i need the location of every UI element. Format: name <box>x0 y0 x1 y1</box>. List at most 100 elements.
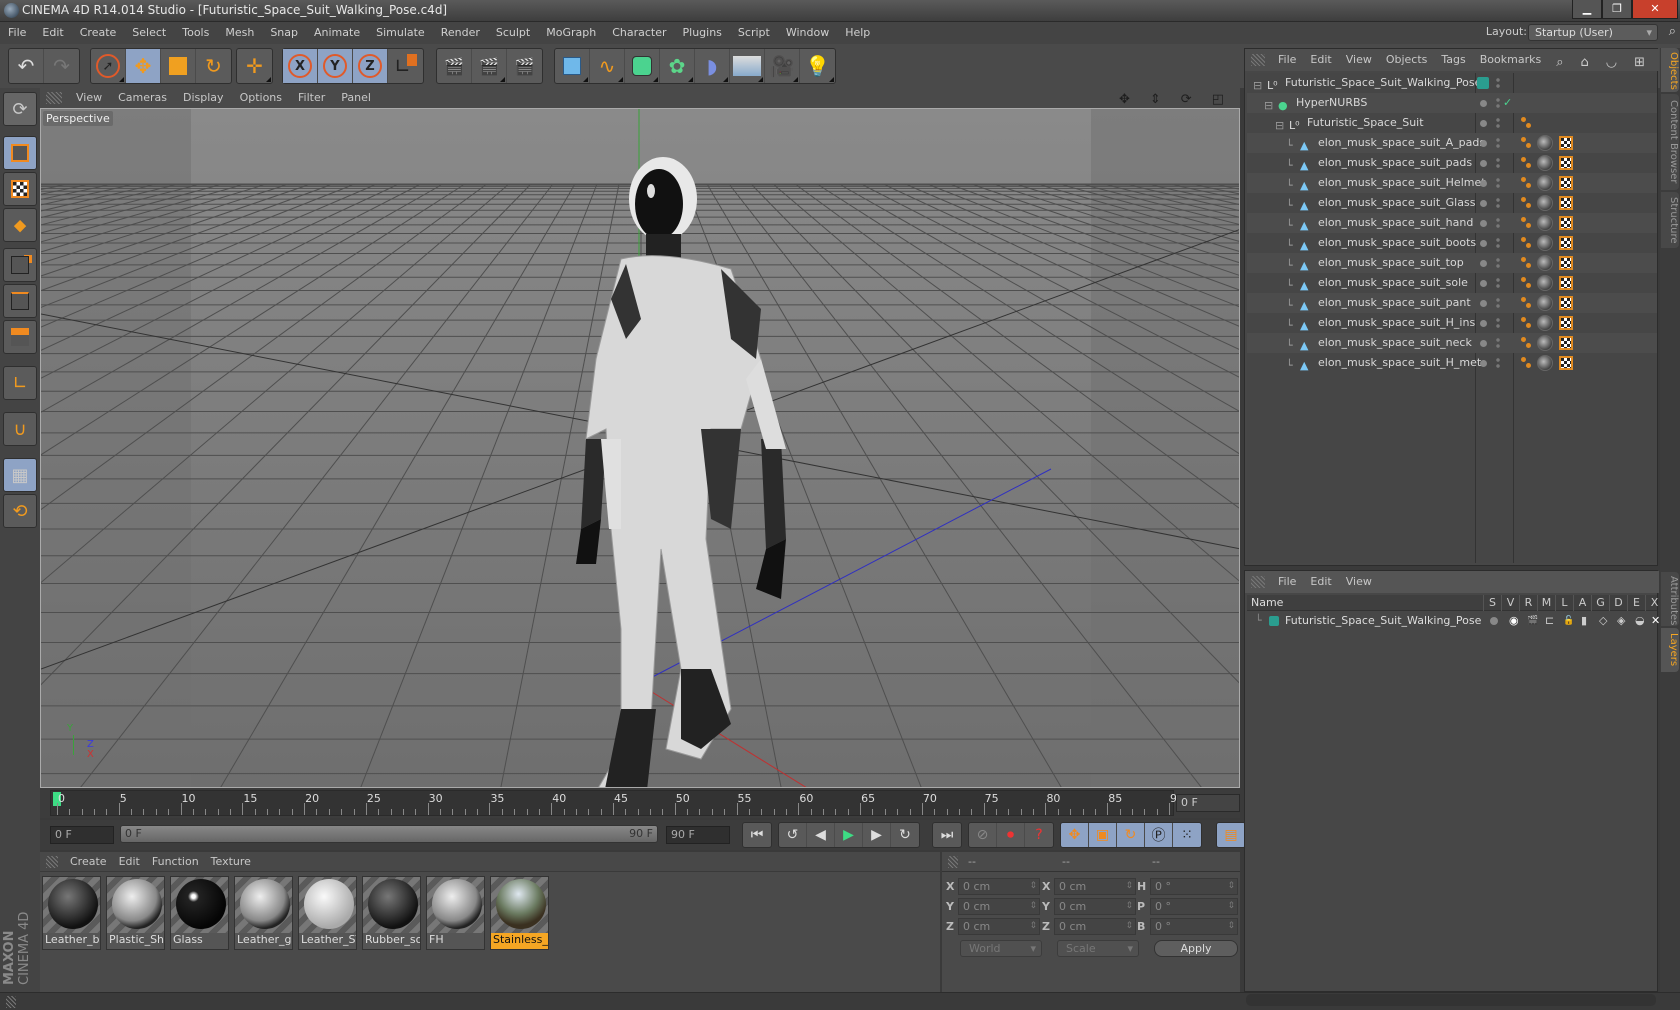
grip-handle[interactable] <box>46 92 62 104</box>
visibility-dot[interactable] <box>1480 360 1487 367</box>
xref-icon[interactable]: ✕ <box>1651 612 1660 630</box>
expressions-icon[interactable]: ◒ <box>1635 612 1645 630</box>
layer-menu-view[interactable]: View <box>1339 571 1379 593</box>
search-icon[interactable]: ⌕ <box>1669 24 1676 39</box>
object-row[interactable]: └ ▲ elon_musk_space_suit_hand <box>1247 213 1657 233</box>
deformers-icon[interactable]: ◈ <box>1617 612 1625 630</box>
go-to-end-icon[interactable]: ⏭ <box>933 823 961 847</box>
editor-render-toggle[interactable] <box>1496 337 1500 349</box>
object-row[interactable]: └ ▲ elon_musk_space_suit_A_pads <box>1247 133 1657 153</box>
workplane-snap-icon[interactable]: ⟲ <box>3 494 37 528</box>
object-row[interactable]: └ ▲ elon_musk_space_suit_top <box>1247 253 1657 273</box>
editor-render-toggle[interactable] <box>1496 117 1500 129</box>
new-window-icon[interactable]: ⊞ <box>1627 52 1655 74</box>
tab-attributes[interactable]: Attributes <box>1661 572 1679 626</box>
coord-value-field[interactable]: 0 ° <box>1150 898 1238 915</box>
phong-tag-icon[interactable] <box>1521 116 1533 130</box>
viewport-menu-view[interactable]: View <box>68 88 110 108</box>
viewport-camera-label[interactable]: Perspective <box>43 111 113 126</box>
viewport-menu-filter[interactable]: Filter <box>290 88 333 108</box>
deformer-icon[interactable]: ◗ <box>695 49 730 83</box>
phong-tag-icon[interactable] <box>1521 136 1533 150</box>
layout-dropdown[interactable]: Startup (User) <box>1528 24 1658 41</box>
object-row[interactable]: └ ▲ elon_musk_space_suit_H_met <box>1247 353 1657 373</box>
previous-key-icon[interactable]: ↺ <box>779 823 807 847</box>
y-axis-icon[interactable]: Y <box>318 49 353 83</box>
locked-workplane-icon[interactable]: ▦ <box>3 458 37 492</box>
coord-value-field[interactable]: 0 cm <box>1054 878 1136 895</box>
menu-help[interactable]: Help <box>837 22 878 44</box>
visibility-dot[interactable] <box>1480 220 1487 227</box>
model-mode-icon[interactable] <box>3 136 37 170</box>
material-swatch[interactable]: Stainless_S <box>490 876 549 950</box>
layer-column-l[interactable]: L <box>1555 595 1573 611</box>
phong-tag-icon[interactable] <box>1521 296 1533 310</box>
material-tag-icon[interactable] <box>1537 275 1553 291</box>
previous-frame-icon[interactable]: ◀ <box>807 823 835 847</box>
visible-in-render-icon[interactable]: 🎬 <box>1527 612 1538 630</box>
go-to-start-icon[interactable]: ⏮ <box>743 823 771 847</box>
menu-render[interactable]: Render <box>433 22 488 44</box>
play-icon[interactable]: ▶ <box>835 823 863 847</box>
phong-tag-icon[interactable] <box>1521 176 1533 190</box>
z-axis-icon[interactable]: Z <box>353 49 388 83</box>
visibility-dot[interactable] <box>1480 140 1487 147</box>
material-swatch[interactable]: FH <box>426 876 485 950</box>
layer-column-d[interactable]: D <box>1609 595 1627 611</box>
viewport-menu-options[interactable]: Options <box>232 88 290 108</box>
tab-objects[interactable]: Objects <box>1661 48 1679 92</box>
live-selection-icon[interactable]: ➚ <box>91 49 126 83</box>
viewport-menu-cameras[interactable]: Cameras <box>110 88 175 108</box>
mograph-cloner-icon[interactable]: ✿ <box>660 49 695 83</box>
tab-content-browser[interactable]: Content Browser <box>1661 94 1679 190</box>
object-menu-objects[interactable]: Objects <box>1379 49 1435 71</box>
editor-render-toggle[interactable] <box>1496 357 1500 369</box>
cube-icon[interactable] <box>555 49 590 83</box>
search-icon[interactable]: ⌕ <box>1549 52 1573 74</box>
visibility-dot[interactable] <box>1480 340 1487 347</box>
material-swatch[interactable]: Glass <box>170 876 229 950</box>
workplane-mode-icon[interactable]: ⬥ <box>3 208 37 242</box>
material-tag-icon[interactable] <box>1537 355 1553 371</box>
key-position-icon[interactable]: ✥ <box>1061 823 1089 847</box>
tab-layers[interactable]: Layers <box>1661 628 1679 672</box>
current-frame-field[interactable]: 0 F <box>1176 794 1240 812</box>
editor-render-toggle[interactable] <box>1496 77 1500 89</box>
object-row[interactable]: ⊟ L⁰ Futuristic_Space_Suit_Walking_Pose <box>1247 73 1657 93</box>
coord-value-field[interactable]: 0 ° <box>1150 918 1238 935</box>
object-row[interactable]: └ ▲ elon_musk_space_suit_Helmet <box>1247 173 1657 193</box>
redo-icon[interactable]: ↷ <box>44 49 79 83</box>
lock-icon[interactable]: 🔓 <box>1563 612 1574 630</box>
camera-icon[interactable]: 🎥 <box>765 49 800 83</box>
material-tag-icon[interactable] <box>1537 175 1553 191</box>
frame-range-slider[interactable]: 0 F 90 F <box>120 825 658 843</box>
render-settings-icon[interactable]: 🎬 <box>507 49 542 83</box>
uvw-tag-icon[interactable] <box>1559 316 1573 330</box>
points-mode-icon[interactable] <box>3 248 37 282</box>
enabled-check-icon[interactable]: ✓ <box>1503 93 1512 113</box>
material-tag-icon[interactable] <box>1537 215 1553 231</box>
material-menu-function[interactable]: Function <box>146 852 205 872</box>
object-menu-bookmarks[interactable]: Bookmarks <box>1473 49 1548 71</box>
layer-column-e[interactable]: E <box>1627 595 1645 611</box>
render-picture-viewer-icon[interactable]: 🎬 <box>472 49 507 83</box>
uvw-tag-icon[interactable] <box>1559 196 1573 210</box>
uvw-tag-icon[interactable] <box>1559 176 1573 190</box>
motion-clip-icon[interactable]: ⊘ <box>969 823 997 847</box>
object-name[interactable]: elon_musk_space_suit_pads <box>1318 153 1472 173</box>
timeline-icon[interactable]: ▤ <box>1217 823 1245 847</box>
menu-mesh[interactable]: Mesh <box>217 22 262 44</box>
editor-render-toggle[interactable] <box>1496 237 1500 249</box>
grip-handle[interactable] <box>6 996 16 1008</box>
menu-character[interactable]: Character <box>604 22 674 44</box>
viewport-menu-display[interactable]: Display <box>175 88 232 108</box>
record-active-icon[interactable]: ⏺ <box>997 823 1025 847</box>
key-pla-icon[interactable]: ⁙ <box>1173 823 1201 847</box>
object-name[interactable]: elon_musk_space_suit_Helmet <box>1318 173 1486 193</box>
material-menu-texture[interactable]: Texture <box>205 852 257 872</box>
material-swatch[interactable]: Leather_bo <box>42 876 101 950</box>
close-button[interactable]: ✕ <box>1632 0 1678 19</box>
light-icon[interactable]: 💡 <box>800 49 835 83</box>
restore-button[interactable]: ❐ <box>1602 0 1632 19</box>
tab-structure[interactable]: Structure <box>1661 192 1679 248</box>
